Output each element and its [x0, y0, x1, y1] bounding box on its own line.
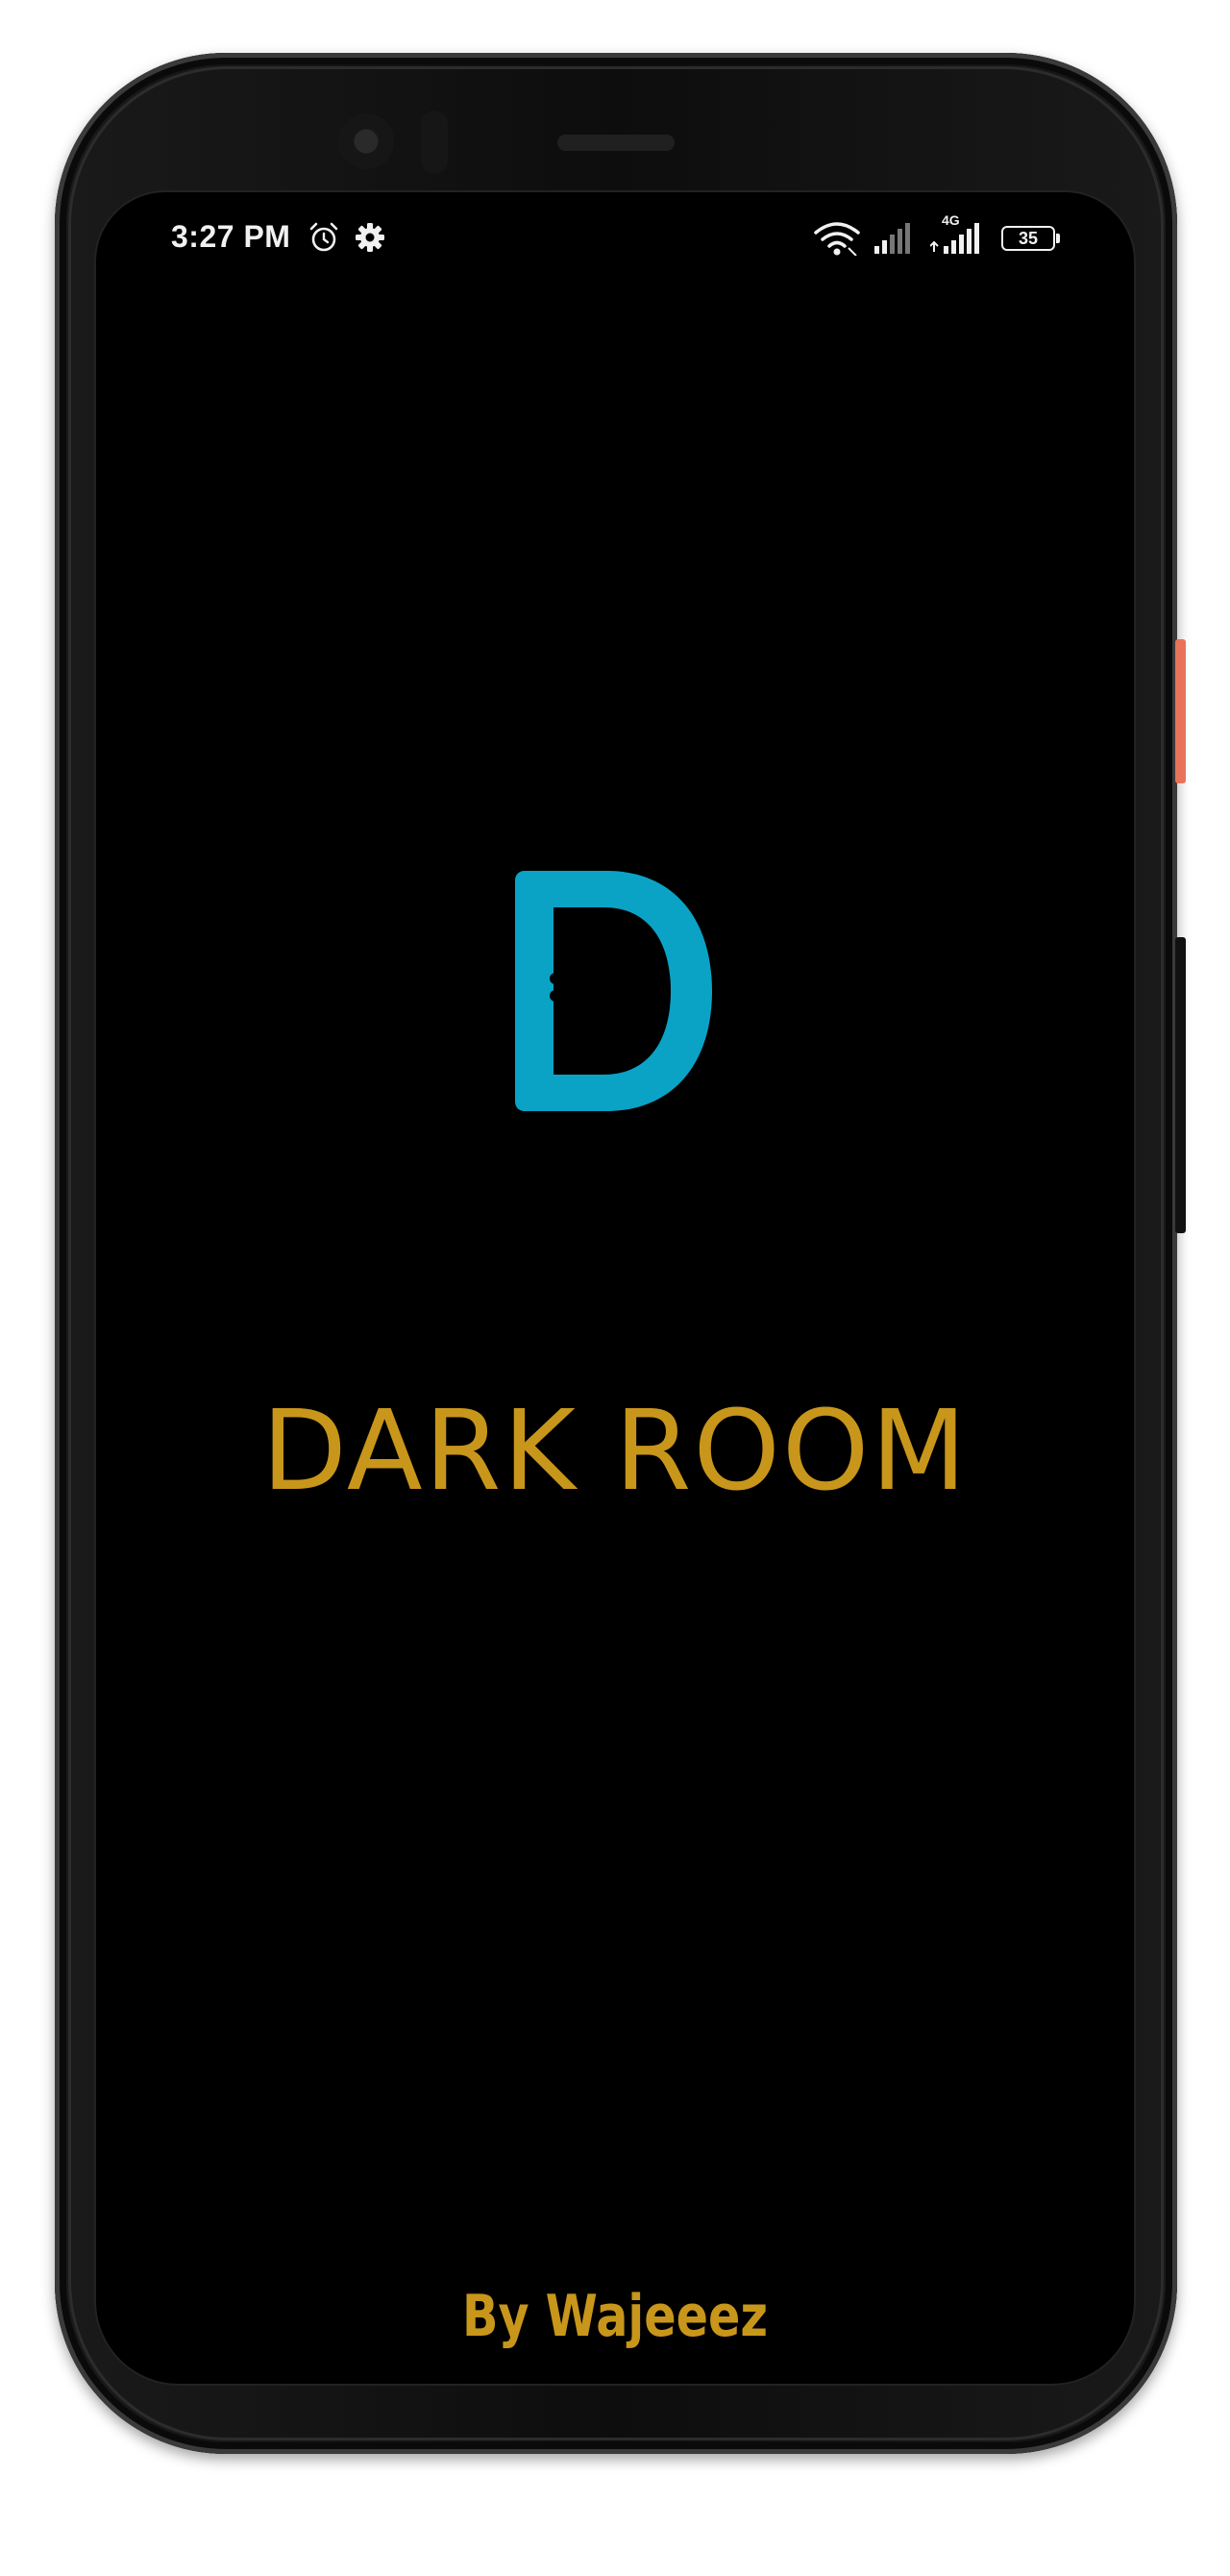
power-button	[1175, 639, 1186, 783]
wifi-icon	[814, 222, 860, 256]
settings-icon	[356, 223, 384, 252]
proximity-sensor	[421, 111, 448, 174]
status-bar: 3:27 PM 4G 35	[96, 192, 1134, 288]
app-title: DARK ROOM	[261, 1387, 969, 1516]
volume-button	[1175, 937, 1186, 1233]
front-camera	[338, 113, 394, 169]
battery-level: 35	[1018, 229, 1039, 248]
alarm-icon	[309, 222, 338, 252]
earpiece-speaker	[557, 135, 675, 151]
signal-icon	[874, 223, 910, 254]
signal-4g-icon: 4G	[930, 213, 988, 256]
app-logo-d	[515, 871, 712, 1111]
battery-icon: 35	[1001, 226, 1061, 253]
author-byline: By Wajeeez	[461, 2283, 769, 2350]
phone-screen: 3:27 PM 4G 35 DARK ROOM By Wajeeez	[96, 192, 1134, 2384]
status-time: 3:27 PM	[171, 219, 291, 254]
